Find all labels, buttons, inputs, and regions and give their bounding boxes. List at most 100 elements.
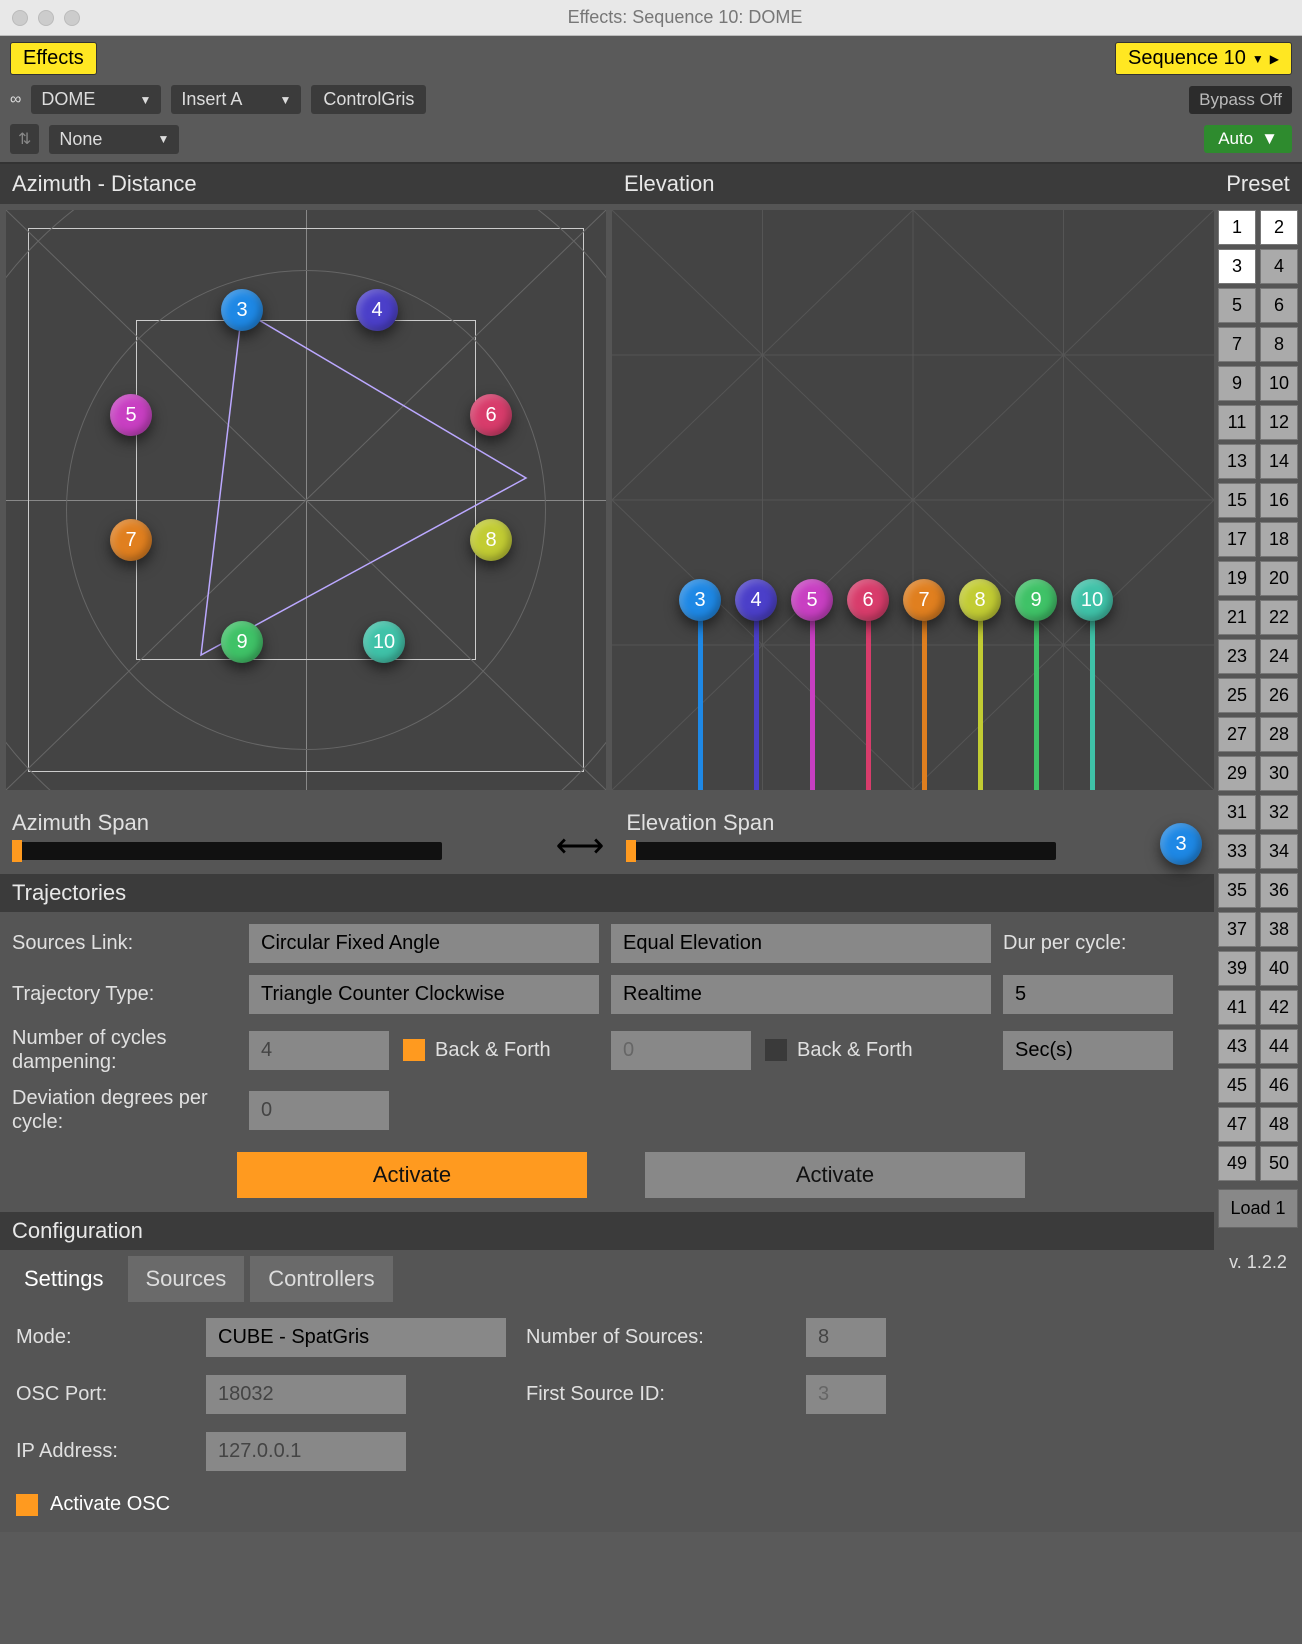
preset-40[interactable]: 40 xyxy=(1260,951,1298,986)
elevation-marker-8[interactable]: 8 xyxy=(959,579,1001,621)
preset-36[interactable]: 36 xyxy=(1260,873,1298,908)
preset-6[interactable]: 6 xyxy=(1260,288,1298,323)
arrows-icon[interactable]: ⇅ xyxy=(10,124,39,154)
preset-37[interactable]: 37 xyxy=(1218,912,1256,947)
cycles-el-input[interactable]: 0 xyxy=(611,1031,751,1070)
selected-source-badge[interactable]: 3 xyxy=(1160,823,1202,865)
preset-8[interactable]: 8 xyxy=(1260,327,1298,362)
elevation-surface[interactable]: 3456789 10 xyxy=(612,210,1214,790)
sources-link-az-select[interactable]: Circular Fixed Angle xyxy=(249,924,599,963)
back-forth-az-checkbox[interactable]: Back & Forth xyxy=(403,1039,551,1062)
preset-13[interactable]: 13 xyxy=(1218,444,1256,479)
preset-46[interactable]: 46 xyxy=(1260,1068,1298,1103)
dur-units-select[interactable]: Sec(s) xyxy=(1003,1031,1173,1070)
preset-21[interactable]: 21 xyxy=(1218,600,1256,635)
preset-load-button[interactable]: Load 1 xyxy=(1218,1189,1298,1228)
cycles-az-input[interactable]: 4 xyxy=(249,1031,389,1070)
preset-35[interactable]: 35 xyxy=(1218,873,1256,908)
sources-link-el-select[interactable]: Equal Elevation xyxy=(611,924,991,963)
elevation-marker-3[interactable]: 3 xyxy=(679,579,721,621)
sequence-dropdown[interactable]: Sequence 10 ▼ ▶ xyxy=(1115,42,1292,75)
preset-42[interactable]: 42 xyxy=(1260,990,1298,1025)
preset-11[interactable]: 11 xyxy=(1218,405,1256,440)
trajectory-type-az-select[interactable]: Triangle Counter Clockwise xyxy=(249,975,599,1014)
source-marker-6[interactable]: 6 xyxy=(470,394,512,436)
source-marker-5[interactable]: 5 xyxy=(110,394,152,436)
preset-25[interactable]: 25 xyxy=(1218,678,1256,713)
preset-17[interactable]: 17 xyxy=(1218,522,1256,557)
source-marker-3[interactable]: 3 xyxy=(221,289,263,331)
preset-3[interactable]: 3 xyxy=(1218,249,1256,284)
preset-43[interactable]: 43 xyxy=(1218,1029,1256,1064)
preset-49[interactable]: 49 xyxy=(1218,1146,1256,1181)
trajectory-type-el-select[interactable]: Realtime xyxy=(611,975,991,1014)
preset-33[interactable]: 33 xyxy=(1218,834,1256,869)
preset-7[interactable]: 7 xyxy=(1218,327,1256,362)
elevation-marker-9[interactable]: 9 xyxy=(1015,579,1057,621)
elevation-marker-7[interactable]: 7 xyxy=(903,579,945,621)
insert-dropdown[interactable]: Insert A▼ xyxy=(171,85,301,114)
preset-16[interactable]: 16 xyxy=(1260,483,1298,518)
activate-osc-checkbox[interactable]: Activate OSC xyxy=(0,1487,1214,1532)
preset-44[interactable]: 44 xyxy=(1260,1029,1298,1064)
source-marker-9[interactable]: 9 xyxy=(221,621,263,663)
preset-22[interactable]: 22 xyxy=(1260,600,1298,635)
preset-24[interactable]: 24 xyxy=(1260,639,1298,674)
deviation-input[interactable]: 0 xyxy=(249,1091,389,1130)
preset-45[interactable]: 45 xyxy=(1218,1068,1256,1103)
none-dropdown[interactable]: None▼ xyxy=(49,125,179,154)
back-forth-el-checkbox[interactable]: Back & Forth xyxy=(765,1039,913,1062)
preset-2[interactable]: 2 xyxy=(1260,210,1298,245)
preset-34[interactable]: 34 xyxy=(1260,834,1298,869)
source-marker-10[interactable]: 10 xyxy=(363,621,405,663)
preset-18[interactable]: 18 xyxy=(1260,522,1298,557)
ip-input[interactable]: 127.0.0.1 xyxy=(206,1432,406,1471)
minimize-icon[interactable] xyxy=(38,10,54,26)
preset-23[interactable]: 23 xyxy=(1218,639,1256,674)
mode-select[interactable]: CUBE - SpatGris xyxy=(206,1318,506,1357)
elevation-marker-6[interactable]: 6 xyxy=(847,579,889,621)
link-icon[interactable]: ∞ xyxy=(10,91,21,109)
preset-27[interactable]: 27 xyxy=(1218,717,1256,752)
preset-26[interactable]: 26 xyxy=(1260,678,1298,713)
source-marker-4[interactable]: 4 xyxy=(356,289,398,331)
dome-dropdown[interactable]: DOME▼ xyxy=(31,85,161,114)
tab-controllers[interactable]: Controllers xyxy=(250,1256,392,1302)
activate-el-button[interactable]: Activate xyxy=(645,1152,1025,1198)
osc-port-input[interactable]: 18032 xyxy=(206,1375,406,1414)
azimuth-surface[interactable]: 3 4 5 6 7 8 9 10 xyxy=(6,210,606,790)
preset-48[interactable]: 48 xyxy=(1260,1107,1298,1142)
preset-50[interactable]: 50 xyxy=(1260,1146,1298,1181)
preset-32[interactable]: 32 xyxy=(1260,795,1298,830)
preset-38[interactable]: 38 xyxy=(1260,912,1298,947)
first-source-input[interactable]: 3 xyxy=(806,1375,886,1414)
preset-9[interactable]: 9 xyxy=(1218,366,1256,401)
elevation-marker-5[interactable]: 5 xyxy=(791,579,833,621)
source-marker-7[interactable]: 7 xyxy=(110,519,152,561)
preset-20[interactable]: 20 xyxy=(1260,561,1298,596)
zoom-icon[interactable] xyxy=(64,10,80,26)
elevation-marker-10[interactable]: 10 xyxy=(1071,579,1113,621)
elevation-marker-4[interactable]: 4 xyxy=(735,579,777,621)
preset-19[interactable]: 19 xyxy=(1218,561,1256,596)
activate-az-button[interactable]: Activate xyxy=(237,1152,587,1198)
preset-29[interactable]: 29 xyxy=(1218,756,1256,791)
source-marker-8[interactable]: 8 xyxy=(470,519,512,561)
preset-10[interactable]: 10 xyxy=(1260,366,1298,401)
dur-value-input[interactable]: 5 xyxy=(1003,975,1173,1014)
tab-sources[interactable]: Sources xyxy=(128,1256,245,1302)
preset-5[interactable]: 5 xyxy=(1218,288,1256,323)
preset-14[interactable]: 14 xyxy=(1260,444,1298,479)
close-icon[interactable] xyxy=(12,10,28,26)
preset-1[interactable]: 1 xyxy=(1218,210,1256,245)
preset-12[interactable]: 12 xyxy=(1260,405,1298,440)
auto-dropdown[interactable]: Auto▼ xyxy=(1204,125,1292,153)
preset-28[interactable]: 28 xyxy=(1260,717,1298,752)
azimuth-span-slider[interactable] xyxy=(12,842,442,860)
preset-31[interactable]: 31 xyxy=(1218,795,1256,830)
effects-button[interactable]: Effects xyxy=(10,42,97,75)
preset-47[interactable]: 47 xyxy=(1218,1107,1256,1142)
bypass-toggle[interactable]: Bypass Off xyxy=(1189,86,1292,114)
preset-15[interactable]: 15 xyxy=(1218,483,1256,518)
preset-41[interactable]: 41 xyxy=(1218,990,1256,1025)
